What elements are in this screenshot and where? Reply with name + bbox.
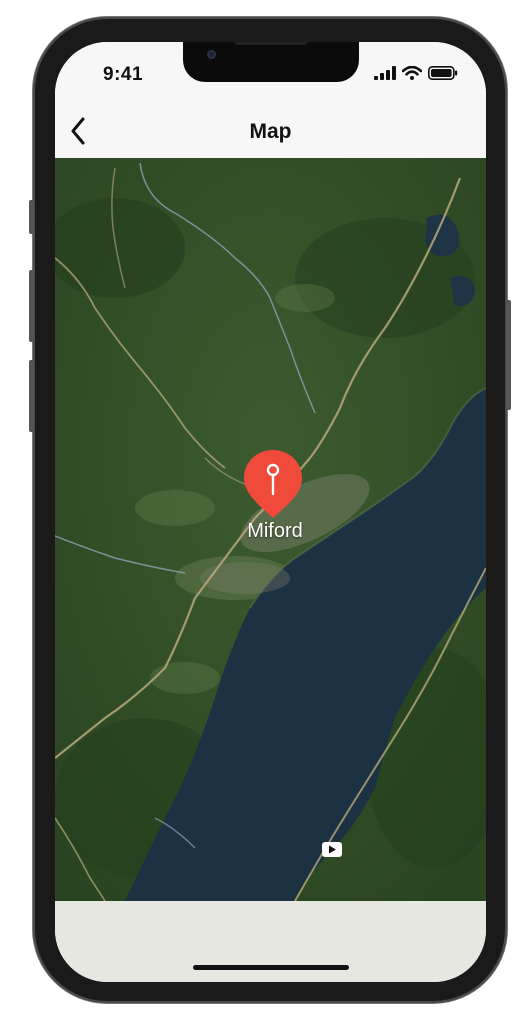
satellite-map[interactable]: Miford xyxy=(55,158,486,901)
play-video-icon xyxy=(329,845,336,854)
volume-up-button xyxy=(29,270,34,342)
clearing xyxy=(150,662,220,694)
town-area xyxy=(200,562,290,594)
volume-down-button xyxy=(29,360,34,432)
home-indicator[interactable] xyxy=(193,965,349,970)
bottom-panel xyxy=(55,901,486,982)
video-badge[interactable] xyxy=(322,842,342,857)
power-button xyxy=(506,300,511,410)
status-icons xyxy=(374,66,458,80)
front-camera xyxy=(207,50,216,59)
wifi-icon xyxy=(402,66,422,80)
battery-icon xyxy=(428,66,458,80)
cellular-signal-icon xyxy=(374,66,396,80)
silent-switch xyxy=(29,200,34,234)
screen: 9:41 Map Miford xyxy=(55,42,486,982)
status-time: 9:41 xyxy=(103,64,144,85)
clearing xyxy=(135,490,215,526)
location-pin[interactable] xyxy=(242,448,304,520)
place-label: Miford xyxy=(247,520,303,542)
notch xyxy=(183,42,359,82)
clearing xyxy=(275,284,335,312)
map-pin-icon xyxy=(244,450,302,518)
earpiece-speaker xyxy=(235,42,307,45)
page-title: Map xyxy=(249,120,292,143)
navigation-bar: Map xyxy=(55,104,486,158)
